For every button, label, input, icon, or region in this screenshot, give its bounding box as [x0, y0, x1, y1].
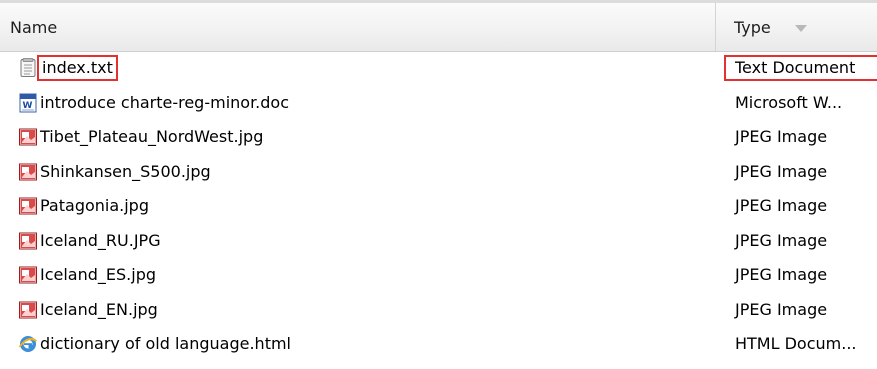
file-name[interactable]: introduce charte-reg-minor.doc [40, 93, 289, 113]
file-name[interactable]: Iceland_RU.JPG [40, 231, 161, 251]
jpeg-image-icon [19, 266, 37, 284]
file-row[interactable]: Iceland_EN.jpg JPEG Image [0, 294, 877, 329]
file-type: JPEG Image [735, 230, 828, 250]
word-document-icon: W [19, 93, 37, 112]
file-type: HTML Docum... [735, 334, 857, 353]
file-row[interactable]: Iceland_RU.JPG JPEG Image [0, 225, 877, 260]
file-row[interactable]: Patagonia.jpg JPEG Image [0, 190, 877, 225]
jpeg-image-icon [19, 163, 37, 180]
file-rows: index.txt Text Document W introduce char… [0, 52, 877, 363]
file-list-view: Name Type index.txt Text Document W intr… [0, 0, 877, 369]
file-type: JPEG Image [735, 265, 828, 284]
file-name[interactable]: Shinkansen_S500.jpg [40, 162, 211, 182]
name-column-header[interactable]: Name [0, 3, 716, 51]
file-name[interactable]: Iceland_EN.jpg [40, 300, 158, 320]
svg-text:W: W [23, 101, 33, 111]
jpeg-image-icon [19, 128, 37, 146]
html-document-icon [18, 336, 38, 352]
file-name[interactable]: Iceland_ES.jpg [40, 265, 156, 285]
file-name[interactable]: Tibet_Plateau_NordWest.jpg [40, 127, 263, 147]
file-type: JPEG Image [735, 299, 828, 319]
column-header-bar: Name Type [0, 3, 877, 52]
file-name[interactable]: dictionary of old language.html [40, 334, 291, 354]
file-row[interactable]: dictionary of old language.html HTML Doc… [0, 328, 877, 363]
jpeg-image-icon [19, 232, 37, 249]
jpeg-image-icon [19, 301, 37, 318]
name-column-label: Name [10, 18, 58, 37]
file-row[interactable]: W introduce charte-reg-minor.doc Microso… [0, 87, 877, 122]
file-type: JPEG Image [735, 161, 828, 181]
file-type: JPEG Image [735, 127, 828, 146]
file-type: JPEG Image [735, 196, 828, 215]
file-name[interactable]: Patagonia.jpg [40, 196, 149, 216]
file-row[interactable]: Tibet_Plateau_NordWest.jpg JPEG Image [0, 121, 877, 156]
type-column-label: Type [734, 18, 771, 37]
file-row[interactable]: index.txt Text Document [0, 52, 877, 87]
file-row[interactable]: Iceland_ES.jpg JPEG Image [0, 259, 877, 294]
file-type: Microsoft W... [735, 92, 843, 112]
jpeg-image-icon [19, 197, 37, 215]
file-row[interactable]: Shinkansen_S500.jpg JPEG Image [0, 156, 877, 191]
file-type: Text Document [724, 55, 877, 81]
type-column-header[interactable]: Type [716, 3, 877, 51]
sort-down-icon[interactable] [795, 25, 807, 32]
file-name[interactable]: index.txt [37, 55, 118, 81]
text-file-icon [20, 58, 36, 77]
